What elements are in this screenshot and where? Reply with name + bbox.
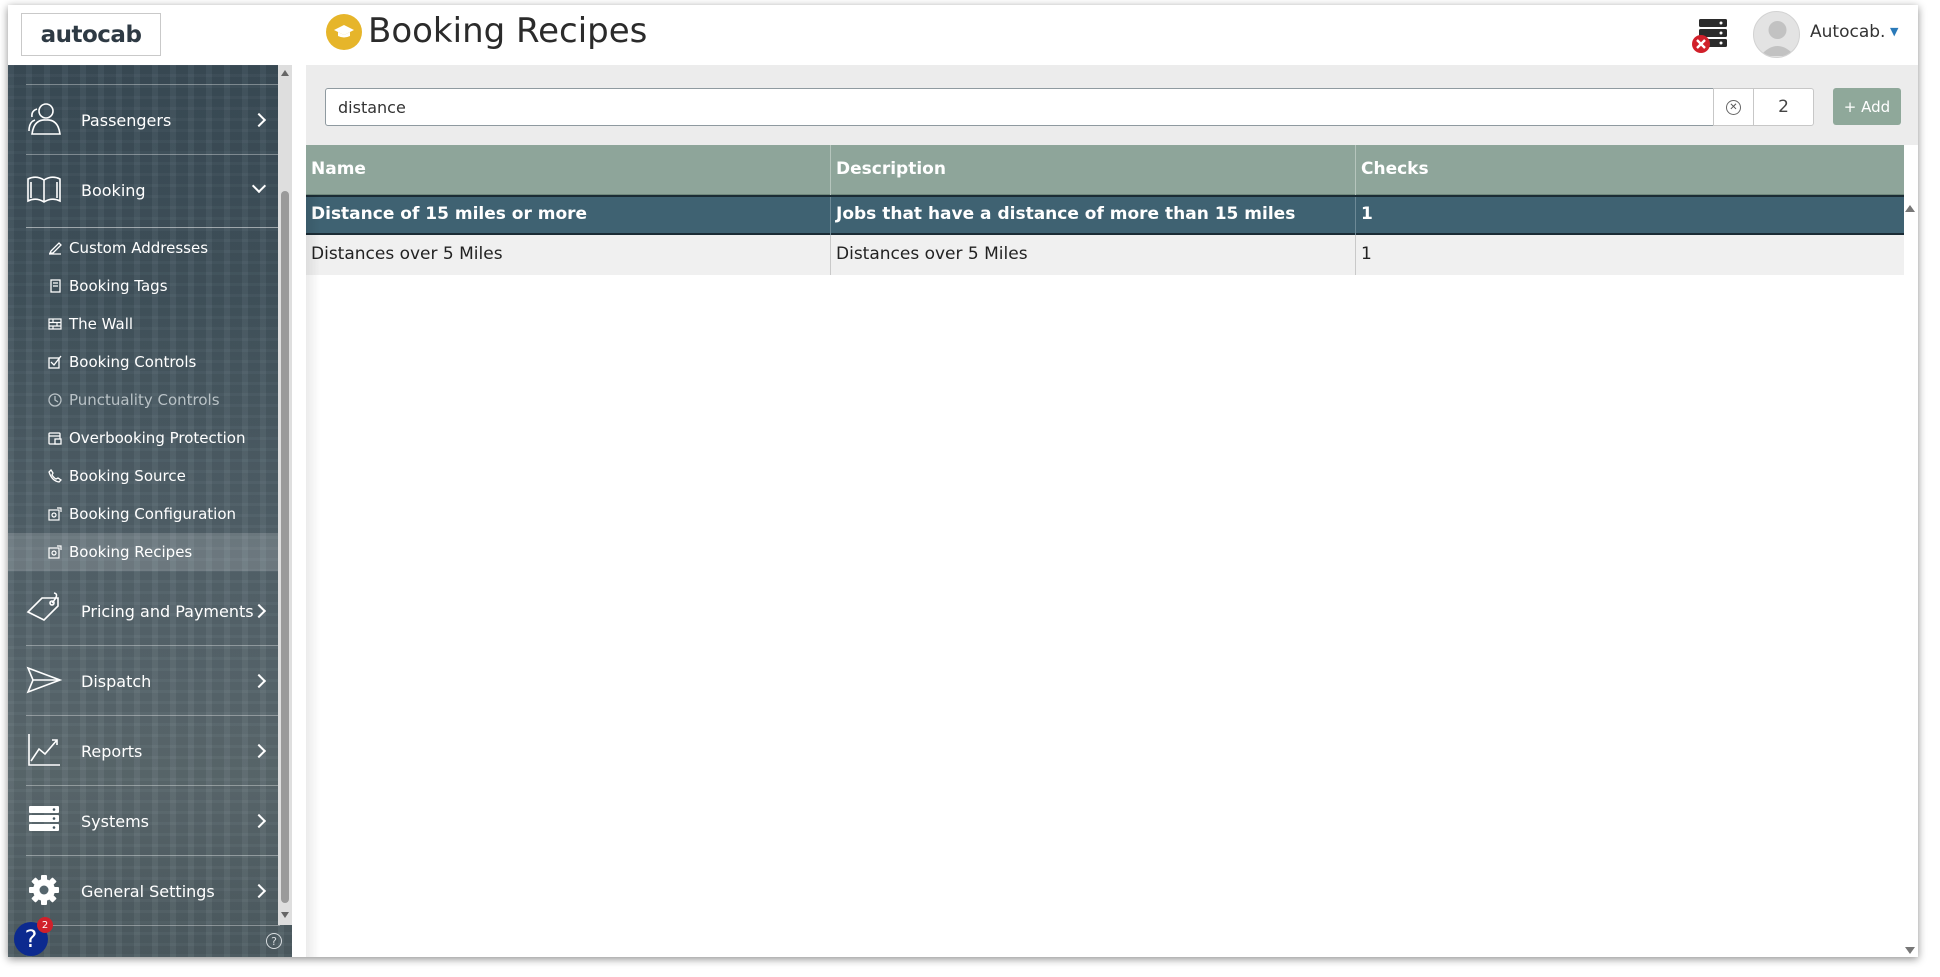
sidebar-item-booking[interactable]: Booking — [8, 155, 280, 225]
scroll-up-icon[interactable] — [281, 70, 289, 76]
graduation-cap-icon — [326, 14, 362, 50]
sidebar-subitem-label: Booking Source — [69, 467, 186, 485]
sidebar-subitem-booking-configuration[interactable]: Booking Configuration — [8, 495, 280, 533]
book-icon — [27, 176, 61, 203]
chevron-right-icon — [251, 112, 267, 128]
sidebar-subitem-label: The Wall — [69, 315, 134, 333]
toolbar: ✕ 2 + Add — [306, 65, 1918, 145]
sidebar-subitem-label: Custom Addresses — [69, 239, 209, 257]
cell-description: Distances over 5 Miles — [831, 235, 1356, 275]
chevron-right-icon — [251, 813, 267, 829]
sidebar-item-passengers[interactable]: Passengers — [8, 85, 280, 155]
table-row[interactable]: Distance of 15 miles or more Jobs that h… — [306, 195, 1904, 237]
cell-checks: 1 — [1361, 204, 1373, 224]
gear-icon — [29, 875, 59, 905]
sidebar: Passengers Booking Custom Addresses Book… — [8, 65, 292, 957]
notification-badge: 2 — [37, 917, 53, 933]
caret-down-icon[interactable]: ▼ — [1890, 25, 1898, 38]
sidebar-subitem-booking-source[interactable]: Booking Source — [8, 457, 280, 495]
paper-plane-icon — [26, 666, 62, 694]
sidebar-subitem-label: Booking Recipes — [69, 543, 193, 561]
passengers-icon — [28, 103, 61, 135]
autocab-logo[interactable]: autocab — [21, 13, 161, 56]
sidebar-subitem-the-wall[interactable]: The Wall — [8, 305, 280, 343]
config-icon — [48, 507, 62, 521]
top-bar: autocab Booking Recipes Autocab. ▼ — [8, 5, 1918, 65]
chevron-down-icon — [251, 178, 267, 194]
sidebar-item-dispatch[interactable]: Dispatch — [8, 646, 280, 716]
sidebar-item-reports[interactable]: Reports — [8, 716, 280, 786]
table-header: Name Description Checks — [306, 145, 1904, 195]
wall-icon — [48, 318, 62, 330]
sidebar-subitem-label: Booking Controls — [69, 353, 197, 371]
checkbox-icon — [48, 355, 62, 369]
add-button[interactable]: + Add — [1833, 88, 1901, 125]
content-shadow — [306, 195, 320, 957]
close-circle-icon: ✕ — [1726, 99, 1741, 115]
sidebar-divider — [26, 227, 280, 228]
table-scroll-down-icon[interactable] — [1905, 947, 1915, 954]
line-chart-icon — [28, 734, 60, 766]
sidebar-item-general-settings[interactable]: General Settings — [8, 856, 280, 926]
cell-checks: 1 — [1361, 244, 1372, 264]
server-error-icon[interactable] — [1690, 17, 1730, 55]
cell-name: Distance of 15 miles or more — [306, 197, 831, 237]
clock-icon — [48, 393, 62, 407]
server-icon — [29, 806, 59, 831]
sidebar-subitem-label: Booking Configuration — [69, 505, 237, 523]
tag-doc-icon — [50, 279, 61, 293]
table-scroll-up-icon[interactable] — [1905, 205, 1915, 212]
result-count: 2 — [1753, 88, 1814, 126]
phone-icon — [48, 469, 62, 483]
user-avatar[interactable] — [1753, 11, 1800, 58]
sidebar-scrollbar[interactable] — [278, 65, 292, 925]
question-mark-icon: ? — [24, 925, 38, 953]
sidebar-item-label: General Settings — [81, 881, 215, 901]
chevron-right-icon — [251, 743, 267, 759]
help-circle-icon[interactable]: ? — [266, 933, 282, 949]
sidebar-subitem-custom-addresses[interactable]: Custom Addresses — [8, 229, 280, 267]
cell-description: Jobs that have a distance of more than 1… — [831, 197, 1356, 237]
chevron-right-icon — [251, 673, 267, 689]
sidebar-subitem-label: Overbooking Protection — [69, 429, 246, 447]
chevron-right-icon — [251, 603, 267, 619]
sidebar-subitem-booking-controls[interactable]: Booking Controls — [8, 343, 280, 381]
price-tag-icon — [26, 592, 59, 621]
user-name[interactable]: Autocab. — [1810, 22, 1885, 42]
scrollbar-thumb[interactable] — [281, 191, 289, 903]
sidebar-subitem-label: Booking Tags — [69, 277, 168, 295]
sidebar-item-label: Reports — [81, 741, 143, 761]
clear-search-button[interactable]: ✕ — [1713, 88, 1754, 126]
sidebar-subitem-overbooking-protection[interactable]: Overbooking Protection — [8, 419, 280, 457]
sidebar-item-systems[interactable]: Systems — [8, 786, 280, 856]
chevron-right-icon — [251, 883, 267, 899]
recipe-icon — [48, 545, 62, 559]
sidebar-item-pricing-and-payments[interactable]: Pricing and Payments — [8, 576, 280, 646]
page-title: Booking Recipes — [368, 11, 648, 51]
sidebar-subitem-punctuality-controls[interactable]: Punctuality Controls — [8, 381, 280, 419]
sidebar-item-label: Booking — [81, 180, 146, 200]
calendar-lock-icon — [48, 432, 62, 445]
sidebar-subitem-label: Punctuality Controls — [69, 391, 220, 409]
sidebar-item-label: Dispatch — [81, 671, 152, 691]
table-row[interactable]: Distances over 5 Miles Distances over 5 … — [306, 235, 1904, 275]
sidebar-item-label: Pricing and Payments — [81, 601, 254, 621]
sidebar-item-label: Systems — [81, 811, 149, 831]
main-content: ✕ 2 + Add Name Description Checks Distan… — [306, 65, 1918, 957]
column-header-name[interactable]: Name — [306, 145, 831, 195]
sidebar-subitem-booking-tags[interactable]: Booking Tags — [8, 267, 280, 305]
app-window: autocab Booking Recipes Autocab. ▼ Passe… — [8, 5, 1918, 957]
column-header-description[interactable]: Description — [831, 145, 1356, 195]
column-header-checks[interactable]: Checks — [1356, 145, 1904, 195]
scroll-down-icon[interactable] — [281, 912, 289, 918]
address-edit-icon — [48, 242, 62, 255]
search-input[interactable] — [325, 88, 1714, 126]
cell-name: Distances over 5 Miles — [306, 235, 831, 275]
sidebar-subitem-booking-recipes[interactable]: Booking Recipes — [8, 533, 280, 571]
sidebar-item-label: Passengers — [81, 110, 172, 130]
